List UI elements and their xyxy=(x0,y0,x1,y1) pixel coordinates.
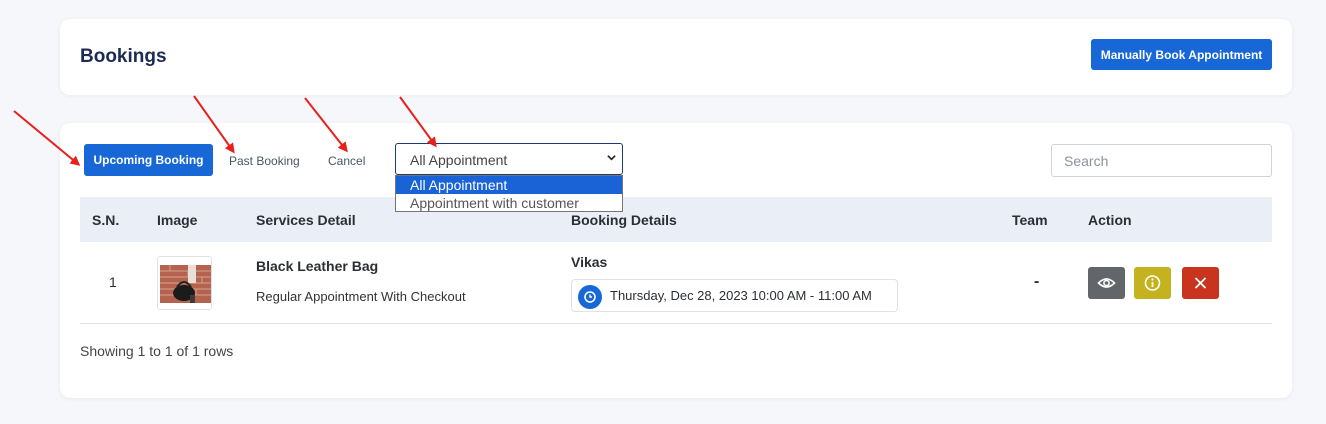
column-header-image: Image xyxy=(157,212,198,228)
view-button[interactable] xyxy=(1088,267,1125,299)
table-row: 1 Black Leather Bag Regular Appointment … xyxy=(80,242,1272,324)
page-title: Bookings xyxy=(80,46,167,67)
booking-datetime-chip: Thursday, Dec 28, 2023 10:00 AM - 11:00 … xyxy=(571,279,898,312)
bookings-card: Upcoming Booking Past Booking Cancel All… xyxy=(60,123,1292,398)
search-input[interactable] xyxy=(1051,144,1272,177)
column-header-team: Team xyxy=(1012,212,1048,228)
booking-datetime: Thursday, Dec 28, 2023 10:00 AM - 11:00 … xyxy=(610,288,872,303)
column-header-booking-details: Booking Details xyxy=(571,212,677,228)
appointment-filter-select[interactable]: All Appointment xyxy=(395,143,623,175)
dropdown-option-appointment-with-customer[interactable]: Appointment with customer xyxy=(396,194,622,212)
appointment-filter-value: All Appointment xyxy=(410,152,508,168)
header-card: Bookings Manually Book Appointment xyxy=(60,19,1292,95)
customer-name: Vikas xyxy=(571,254,608,270)
row-serial-number: 1 xyxy=(109,274,117,290)
chevron-down-icon xyxy=(607,155,616,161)
column-header-action: Action xyxy=(1088,212,1132,228)
delete-button[interactable] xyxy=(1182,267,1219,299)
pagination-summary: Showing 1 to 1 of 1 rows xyxy=(80,343,234,359)
leather-bag-photo xyxy=(158,257,211,309)
clock-icon xyxy=(578,285,602,309)
service-thumbnail-image xyxy=(157,256,212,310)
dropdown-option-all-appointment[interactable]: All Appointment xyxy=(396,176,622,194)
info-icon xyxy=(1144,275,1161,291)
eye-icon xyxy=(1097,278,1116,288)
tab-past-booking[interactable]: Past Booking xyxy=(229,154,300,168)
table-header: S.N. Image Services Detail Booking Detai… xyxy=(80,197,1272,242)
appointment-filter-dropdown: All Appointment Appointment with custome… xyxy=(395,175,623,212)
column-header-sn: S.N. xyxy=(92,212,120,228)
service-type: Regular Appointment With Checkout xyxy=(256,289,466,304)
tab-cancel[interactable]: Cancel xyxy=(328,154,365,168)
info-button[interactable] xyxy=(1134,267,1171,299)
tab-upcoming-booking[interactable]: Upcoming Booking xyxy=(84,144,213,176)
service-title: Black Leather Bag xyxy=(256,258,379,274)
column-header-services-detail: Services Detail xyxy=(256,212,356,228)
manually-book-appointment-button[interactable]: Manually Book Appointment xyxy=(1091,39,1272,70)
close-icon xyxy=(1194,277,1207,289)
team-value: - xyxy=(1034,273,1040,290)
